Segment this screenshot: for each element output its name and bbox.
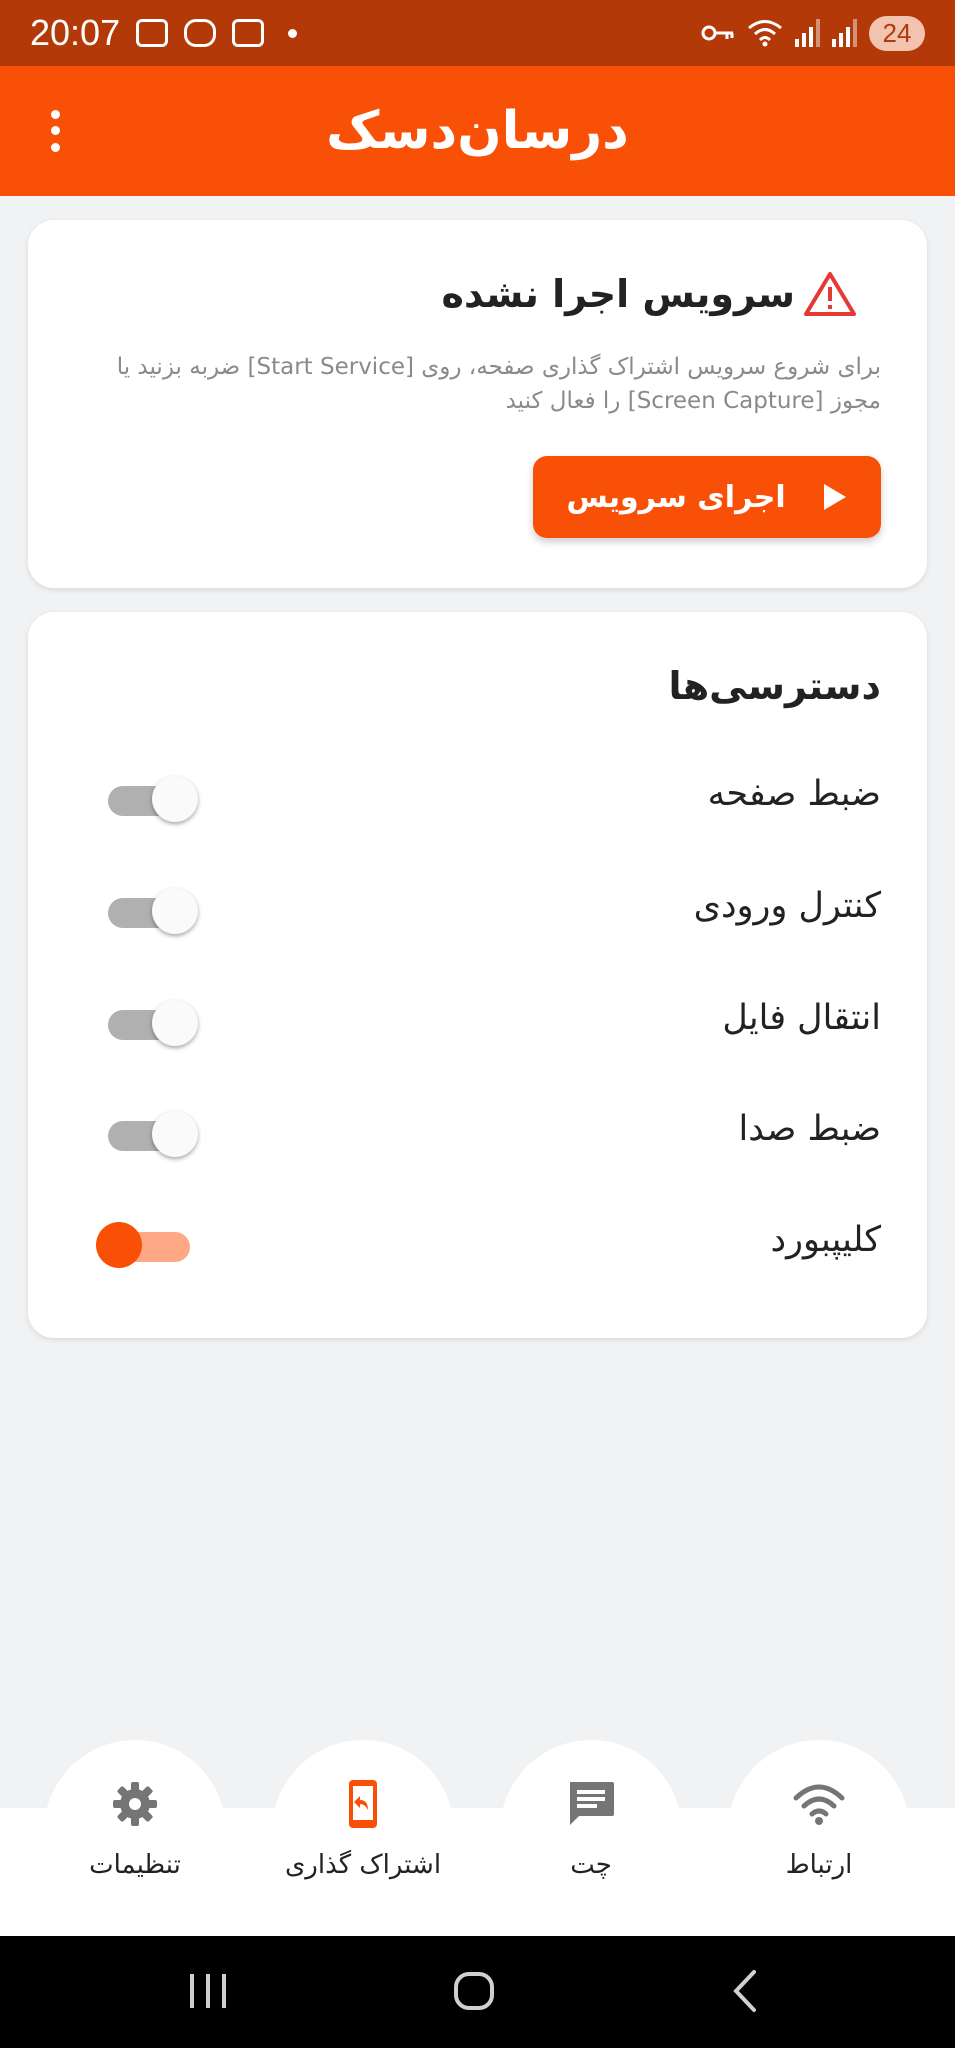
share-screen-icon: [349, 1780, 377, 1828]
nav-item-connection[interactable]: ارتباط: [709, 1768, 929, 1908]
nav-label: تنظیمات: [89, 1850, 181, 1880]
permission-row-audio-capture: ضبط صدا: [28, 1093, 927, 1173]
signal-icon: [832, 19, 857, 47]
home-icon[interactable]: [452, 1966, 496, 2016]
permission-label: کلیپبورد: [770, 1220, 881, 1260]
service-status-card: سرویس اجرا نشده برای شروع سرویس اشتراک گ…: [28, 220, 927, 588]
permissions-card: دسترسی‌ها ضبط صفحه کنترل ورودی انتقال فا…: [28, 612, 927, 1338]
permission-row-clipboard: کلیپبورد: [28, 1204, 927, 1284]
wifi-icon: [793, 1784, 845, 1825]
status-time: 20:07: [30, 12, 121, 53]
file-transfer-toggle[interactable]: [104, 1000, 198, 1046]
nav-label: اشتراک گذاری: [284, 1850, 442, 1880]
permission-row-input-control: کنترل ورودی: [28, 870, 927, 950]
start-service-label: اجرای سرویس: [566, 479, 786, 515]
recent-apps-icon[interactable]: [186, 1966, 230, 2016]
voicemail-icon: [184, 19, 217, 47]
audio-capture-toggle[interactable]: [104, 1111, 198, 1157]
nav-item-settings[interactable]: تنظیمات: [25, 1768, 245, 1908]
nav-item-chat[interactable]: چت: [481, 1768, 701, 1908]
input-control-toggle[interactable]: [104, 888, 198, 934]
screen-capture-toggle[interactable]: [104, 776, 198, 822]
permissions-title: دسترسی‌ها: [668, 664, 881, 708]
permission-label: کنترل ورودی: [693, 886, 881, 926]
screen-record-icon: [136, 19, 169, 47]
notification-dot-icon: [288, 28, 298, 38]
service-status-title: سرویس اجرا نشده: [441, 272, 795, 316]
nav-label: چت: [570, 1850, 612, 1880]
start-service-button[interactable]: اجرای سرویس: [533, 456, 881, 538]
back-icon[interactable]: [724, 1966, 768, 2016]
status-bar: 20:07 24: [0, 0, 955, 66]
system-navigation-bar: [0, 1936, 955, 2048]
warning-icon: [804, 272, 856, 316]
nav-label: ارتباط: [785, 1850, 853, 1880]
permission-row-screen-capture: ضبط صفحه: [28, 758, 927, 838]
permission-row-file-transfer: انتقال فایل: [28, 982, 927, 1062]
chat-icon: [570, 1782, 614, 1825]
service-description: برای شروع سرویس اشتراک گذاری صفحه، روی […: [116, 354, 881, 414]
wifi-status-icon: [748, 20, 782, 47]
service-status-header: سرویس اجرا نشده: [442, 270, 857, 318]
battery-indicator: 24: [869, 15, 925, 51]
permission-label: ضبط صفحه: [707, 774, 881, 814]
call-icon: [232, 19, 265, 47]
app-title: درسان‌دسک: [326, 101, 629, 161]
permission-label: انتقال فایل: [722, 998, 881, 1038]
more-vert-icon[interactable]: [40, 106, 70, 156]
signal-icon: [795, 19, 820, 47]
permission-label: ضبط صدا: [738, 1109, 881, 1149]
gear-icon: [113, 1782, 157, 1826]
vpn-key-icon: [701, 25, 734, 41]
app-bar: درسان‌دسک: [0, 66, 955, 196]
clipboard-toggle[interactable]: [96, 1222, 194, 1268]
nav-item-share-screen[interactable]: اشتراک گذاری: [253, 1768, 473, 1908]
play-icon: [823, 484, 846, 510]
